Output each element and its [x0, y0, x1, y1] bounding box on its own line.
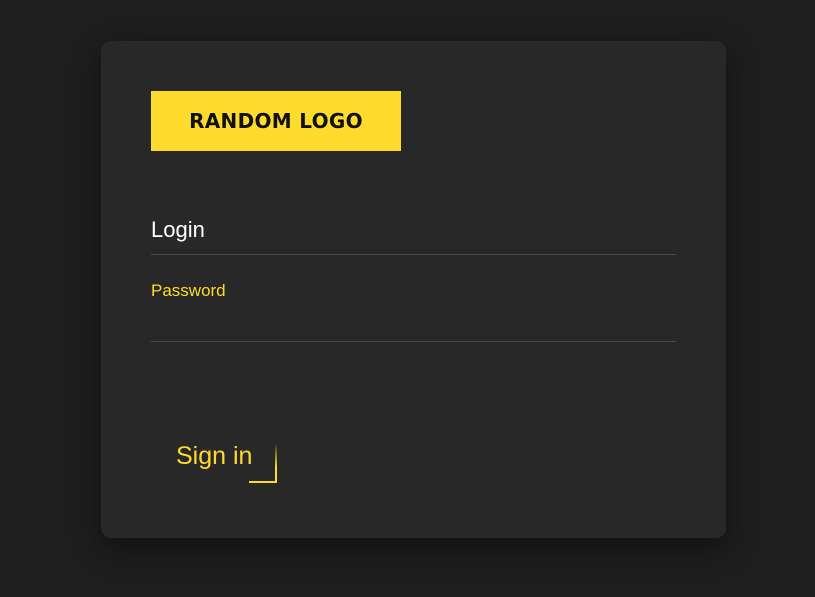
- login-input[interactable]: [151, 226, 676, 252]
- sign-in-button[interactable]: Sign in: [151, 431, 277, 483]
- corner-accent-icon: [249, 443, 277, 483]
- brand-logo: RANDOM LOGO: [151, 91, 401, 151]
- logo-text: RANDOM LOGO: [189, 109, 363, 133]
- password-input[interactable]: [151, 313, 676, 339]
- login-card: RANDOM LOGO Login Password Sign in: [101, 41, 726, 538]
- sign-in-label: Sign in: [176, 442, 253, 470]
- password-label: Password: [151, 281, 226, 300]
- login-field[interactable]: Login: [151, 211, 676, 255]
- password-field[interactable]: Password: [151, 271, 676, 342]
